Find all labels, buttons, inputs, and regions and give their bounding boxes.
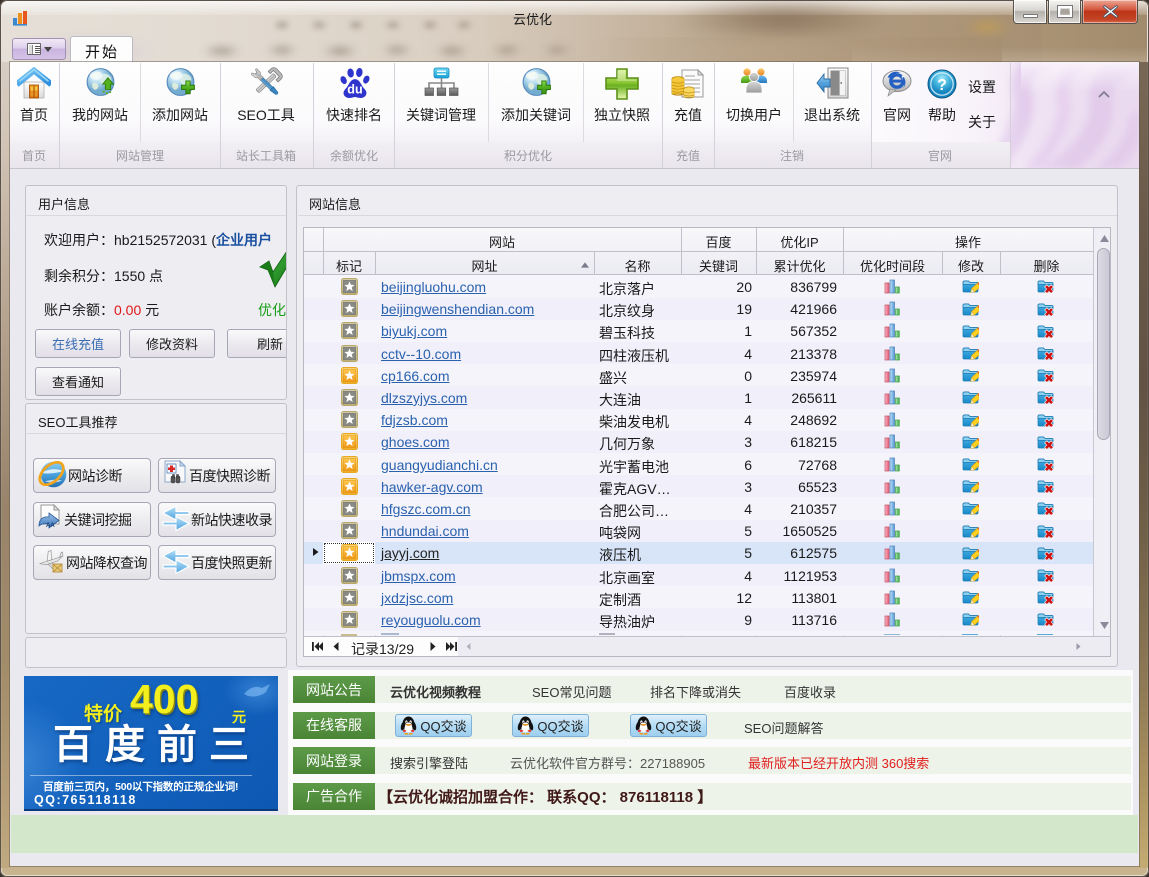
svg-text:du: du — [347, 83, 362, 97]
svg-text:?: ? — [937, 77, 947, 94]
svg-text:AA: AA — [46, 523, 55, 529]
